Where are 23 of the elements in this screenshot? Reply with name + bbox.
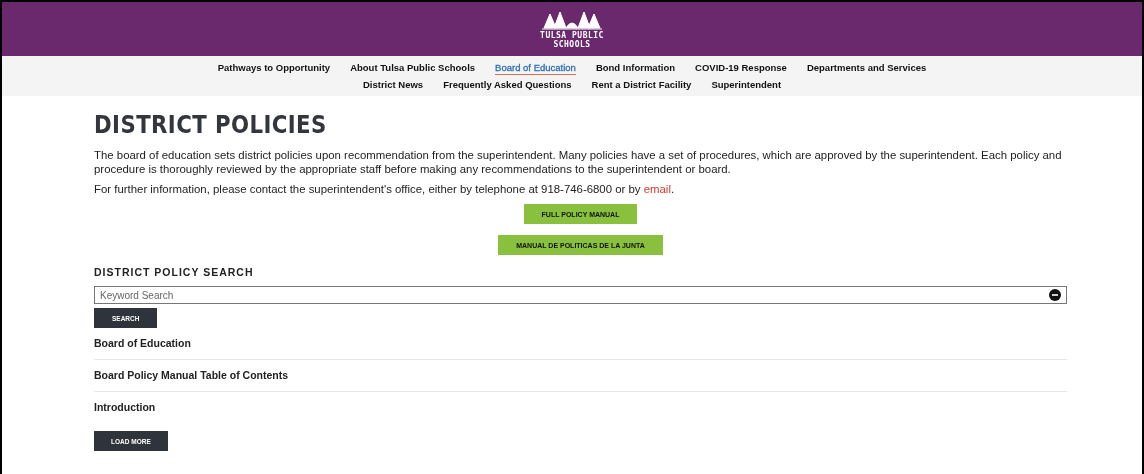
search-field[interactable]: Keyword Search bbox=[94, 286, 1067, 304]
nav-link[interactable]: District News bbox=[362, 78, 424, 92]
contact-paragraph: For further information, please contact the superintendent's office, either by telephone at 918-746-6800 or by email. bbox=[94, 182, 676, 196]
page-title: DISTRICT POLICIES bbox=[94, 110, 328, 140]
nav-link[interactable]: Frequently Asked Questions bbox=[443, 78, 572, 92]
nav-link[interactable]: Departments and Services bbox=[806, 61, 927, 75]
intro-paragraph: The board of education sets district policies upon recommendation from the superintendent. Many policies have a set of procedures, which are approved by the superintendent. Each policy and procedure is thoroughly reviewed by the appropriate staff before making any recommendations to the superintendent or board. bbox=[94, 148, 1063, 176]
nav-link[interactable]: Bond Information bbox=[595, 61, 676, 75]
logo-text: SCHOOLS bbox=[553, 39, 591, 49]
book-logo-icon bbox=[540, 9, 604, 30]
logo-text: TULSA PUBLIC bbox=[540, 30, 604, 40]
nav-link[interactable]: Pathways to Opportunity bbox=[217, 61, 331, 75]
nav-link[interactable]: Board of Education bbox=[495, 61, 576, 75]
clear-icon[interactable] bbox=[1049, 289, 1061, 301]
result-link[interactable]: Introduction bbox=[94, 392, 1067, 423]
nav-link[interactable]: Rent a District Facility bbox=[591, 78, 692, 92]
nav-link[interactable]: COVID-19 Response bbox=[695, 61, 787, 75]
result-link[interactable]: Board of Education bbox=[94, 328, 1067, 360]
search-heading: DISTRICT POLICY SEARCH bbox=[94, 266, 255, 278]
result-link[interactable]: Board Policy Manual Table of Contents bbox=[94, 360, 1067, 392]
nav-link[interactable]: About Tulsa Public Schools bbox=[350, 61, 476, 75]
nav-link[interactable]: Superintendent bbox=[711, 78, 782, 92]
email-link[interactable]: email bbox=[643, 183, 671, 195]
